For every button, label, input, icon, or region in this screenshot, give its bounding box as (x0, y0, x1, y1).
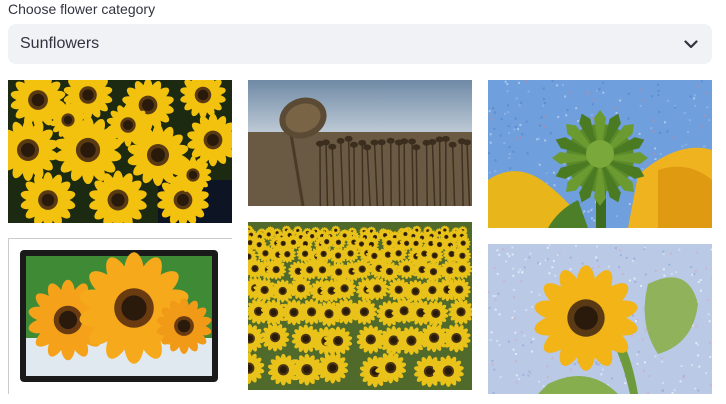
category-select-value: Sunflowers (20, 35, 100, 52)
category-select[interactable]: Sunflowers (8, 24, 712, 64)
dried-sunflower-field-image[interactable] (248, 80, 472, 206)
chevron-down-icon[interactable] (684, 39, 698, 49)
sunflower-bud-sky-image[interactable] (488, 80, 712, 228)
sunflower-bouquet-image[interactable] (8, 80, 232, 223)
single-sunflower-sky-image[interactable] (488, 244, 712, 394)
sunflower-field-image[interactable] (248, 222, 472, 390)
category-select-label: Choose flower category (8, 1, 156, 17)
framed-sunflowers-image[interactable] (8, 238, 232, 394)
